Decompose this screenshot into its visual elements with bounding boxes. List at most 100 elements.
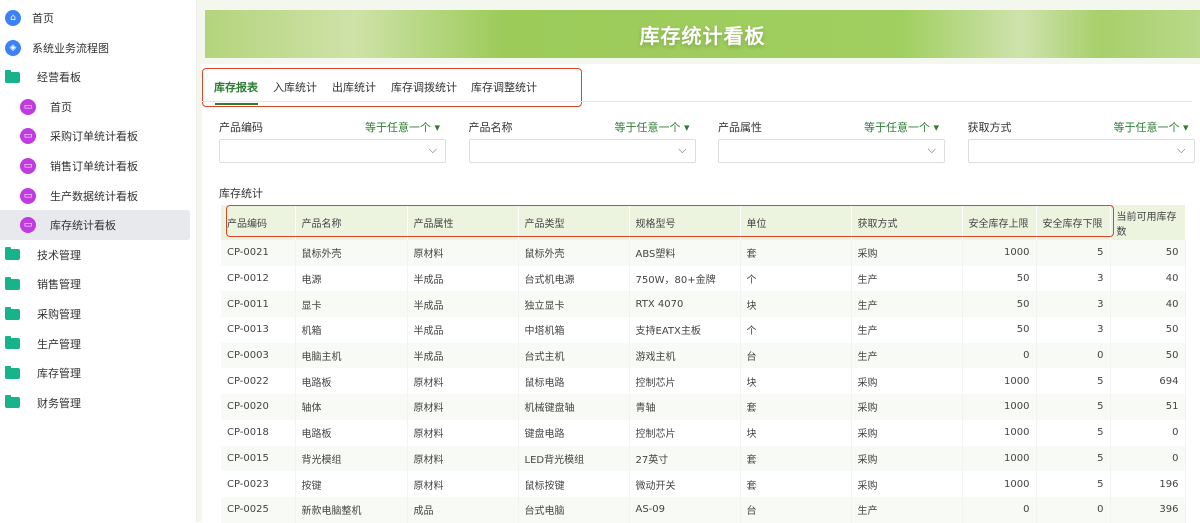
sidebar-item-0[interactable]: ⌂ 首页 bbox=[0, 3, 190, 33]
sidebar-item-6[interactable]: ▭ 生产数据统计看板 bbox=[0, 181, 190, 211]
column-header[interactable]: 安全库存下限 bbox=[1036, 205, 1111, 240]
tab-transfer-stats[interactable]: 库存调拨统计 bbox=[391, 79, 457, 95]
column-header[interactable]: 当前可用库存数 bbox=[1110, 205, 1186, 240]
table-cell: 40 bbox=[1110, 291, 1186, 318]
column-header[interactable]: 获取方式 bbox=[851, 205, 963, 240]
column-header[interactable]: 产品编码 bbox=[221, 205, 296, 240]
table-row[interactable]: CP-0015 背光模组 原材料 LED背光模组 27英寸套采购 1000 5 0 bbox=[221, 445, 1186, 472]
column-header[interactable]: 产品属性 bbox=[407, 205, 519, 240]
table-cell: 采购 bbox=[851, 471, 963, 497]
sidebar-item-label: 库存管理 bbox=[37, 367, 81, 381]
filter-operator-dropdown[interactable]: 等于任意一个 ▾ bbox=[365, 119, 440, 135]
filter-label: 获取方式 bbox=[967, 121, 1012, 134]
table-row[interactable]: CP-0003 电脑主机 半成品 台式主机 游戏主机台生产 0 0 50 bbox=[221, 342, 1186, 369]
table-row[interactable]: CP-0011 显卡 半成品 独立显卡 RTX 4070 块生产 50 3 40 bbox=[221, 291, 1186, 318]
sidebar-item-1[interactable]: ◈ 系统业务流程图 bbox=[0, 33, 190, 63]
dashboard-icon: ▭ bbox=[20, 98, 36, 115]
table-cell: 套 bbox=[740, 471, 852, 497]
table-cell: 0 bbox=[1036, 342, 1111, 369]
table-cell: 40 bbox=[1110, 265, 1186, 292]
filter-operator-dropdown[interactable]: 等于任意一个 ▾ bbox=[864, 119, 939, 135]
table-cell: 键盘电路 bbox=[518, 419, 630, 446]
table-cell: 独立显卡 bbox=[518, 291, 630, 318]
filter-label: 产品属性 bbox=[718, 121, 762, 134]
active-tab-indicator bbox=[215, 103, 258, 105]
dashboard-icon: ▭ bbox=[20, 128, 36, 145]
table-row[interactable]: CP-0023 按键 原材料 鼠标按键 微动开关套采购 1000 5 196 bbox=[221, 471, 1186, 497]
table-row[interactable]: CP-0022 电路板 原材料 鼠标电路 控制芯片块采购 1000 5 694 bbox=[221, 368, 1186, 395]
table-row[interactable]: CP-0013 机箱 半成品 中塔机箱 支持EATX主板个生产 50 3 50 bbox=[221, 317, 1186, 343]
column-header[interactable]: 产品名称 bbox=[295, 205, 408, 240]
sidebar-item-label: 采购订单统计看板 bbox=[50, 130, 138, 144]
sidebar-item-7[interactable]: ▭ 库存统计看板 bbox=[0, 210, 190, 241]
filter-operator-dropdown[interactable]: 等于任意一个 ▾ bbox=[615, 119, 690, 135]
table-cell: 3 bbox=[1036, 265, 1111, 292]
sidebar-item-13[interactable]: 财务管理 bbox=[0, 388, 190, 418]
table-cell: 游戏主机 bbox=[629, 342, 741, 369]
column-header[interactable]: 规格型号 bbox=[629, 205, 741, 240]
column-header[interactable]: 安全库存上限 bbox=[962, 205, 1037, 240]
table-cell: 机械键盘轴 bbox=[518, 394, 630, 420]
filter-select[interactable]: ⌵ bbox=[967, 139, 1195, 163]
folder-icon bbox=[5, 365, 20, 379]
table-cell: CP-0015 bbox=[221, 445, 296, 472]
column-header[interactable]: 单位 bbox=[740, 205, 852, 240]
tab-divider bbox=[202, 101, 1192, 102]
table-cell: 1000 bbox=[962, 394, 1037, 420]
tab-adjustment-stats[interactable]: 库存调整统计 bbox=[471, 79, 537, 95]
folder-icon bbox=[5, 247, 20, 261]
filter-select[interactable]: ⌵ bbox=[468, 139, 696, 163]
sidebar-item-label: 技术管理 bbox=[37, 248, 81, 262]
sidebar-item-8[interactable]: 技术管理 bbox=[0, 240, 190, 270]
filter-select[interactable]: ⌵ bbox=[219, 139, 446, 163]
sidebar-item-2[interactable]: 经营看板 bbox=[0, 62, 190, 92]
dashboard-icon: ▭ bbox=[20, 217, 36, 234]
tab-outbound-stats[interactable]: 出库统计 bbox=[332, 79, 376, 95]
table-cell: CP-0011 bbox=[221, 291, 296, 318]
table-cell: 51 bbox=[1110, 394, 1186, 420]
table-cell: CP-0012 bbox=[221, 265, 296, 292]
table-cell: 50 bbox=[962, 317, 1037, 343]
sidebar-item-3[interactable]: ▭ 首页 bbox=[0, 92, 190, 122]
sidebar-item-4[interactable]: ▭ 采购订单统计看板 bbox=[0, 121, 190, 151]
table-cell: 背光模组 bbox=[295, 445, 408, 472]
table-cell: 5 bbox=[1036, 419, 1111, 446]
table-cell: 0 bbox=[1036, 496, 1111, 523]
table-cell: CP-0018 bbox=[221, 419, 296, 446]
table-cell: CP-0003 bbox=[221, 342, 296, 369]
tab-inbound-stats[interactable]: 入库统计 bbox=[273, 79, 317, 95]
sidebar-item-11[interactable]: 生产管理 bbox=[0, 329, 190, 359]
sidebar-item-12[interactable]: 库存管理 bbox=[0, 358, 190, 388]
table-cell: 块 bbox=[740, 419, 852, 446]
table-cell: 套 bbox=[740, 445, 852, 472]
table-cell: 50 bbox=[1110, 342, 1186, 369]
table-row[interactable]: CP-0018 电路板 原材料 键盘电路 控制芯片块采购 1000 5 0 bbox=[221, 419, 1186, 446]
table-cell: 鼠标外壳 bbox=[518, 240, 630, 266]
table-row[interactable]: CP-0025 新款电脑整机 成品 台式电脑 AS-09 台生产 0 0 396 bbox=[221, 496, 1186, 523]
table-cell: 3 bbox=[1036, 291, 1111, 318]
sidebar-item-5[interactable]: ▭ 销售订单统计看板 bbox=[0, 151, 190, 181]
table-cell: 5 bbox=[1036, 368, 1111, 395]
table-cell: 电脑主机 bbox=[295, 342, 408, 369]
table-cell: 电源 bbox=[295, 265, 408, 292]
table-row[interactable]: CP-0021 鼠标外壳 原材料 鼠标外壳 ABS塑料套采购 1000 5 50 bbox=[221, 240, 1186, 266]
folder-icon bbox=[5, 69, 20, 83]
sidebar-item-label: 首页 bbox=[50, 100, 72, 114]
table-cell: 半成品 bbox=[407, 317, 519, 343]
table-row[interactable]: CP-0012 电源 半成品 台式机电源 750W，80+金牌个生产 50 3 40 bbox=[221, 265, 1186, 292]
table-cell: 台式电脑 bbox=[518, 496, 630, 523]
sidebar-item-10[interactable]: 采购管理 bbox=[0, 299, 190, 329]
table-cell: 生产 bbox=[851, 317, 963, 343]
column-header[interactable]: 产品类型 bbox=[518, 205, 630, 240]
filter-select[interactable]: ⌵ bbox=[718, 139, 945, 163]
sidebar-item-label: 库存统计看板 bbox=[50, 219, 116, 233]
sidebar-item-9[interactable]: 销售管理 bbox=[0, 269, 190, 299]
table-header-row: 产品编码 产品名称 产品属性 产品类型 规格型号 单位 获取方式 安全库存上限 安全库存下限 当前… bbox=[221, 205, 1186, 240]
tab-inventory-report[interactable]: 库存报表 bbox=[214, 79, 258, 95]
table-row[interactable]: CP-0020 轴体 原材料 机械键盘轴 青轴套采购 1000 5 51 bbox=[221, 394, 1186, 420]
filter-operator-dropdown[interactable]: 等于任意一个 ▾ bbox=[1114, 119, 1189, 135]
table-cell: 原材料 bbox=[407, 394, 519, 420]
table-cell: 套 bbox=[740, 240, 852, 266]
table-cell: 196 bbox=[1110, 471, 1186, 497]
page-banner: 库存统计看板 bbox=[205, 10, 1200, 58]
